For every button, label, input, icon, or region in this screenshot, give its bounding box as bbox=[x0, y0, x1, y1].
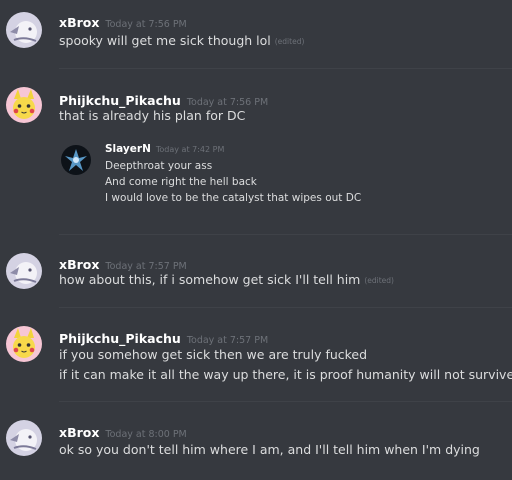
edited-label: (edited) bbox=[274, 37, 305, 46]
pikachu-avatar[interactable] bbox=[6, 326, 42, 362]
message-timestamp: Today at 7:56 PM bbox=[186, 97, 269, 108]
quoted-text-line: I would love to be the catalyst that wip… bbox=[105, 192, 362, 204]
message-text: if it can make it all the way up there, … bbox=[59, 367, 512, 382]
message-text: that is already his plan for DC bbox=[59, 108, 246, 123]
message-timestamp: Today at 7:56 PM bbox=[105, 19, 187, 30]
message-timestamp: Today at 7:57 PM bbox=[186, 335, 269, 346]
quoted-text-line: Deepthroat your ass bbox=[105, 160, 213, 172]
author-name[interactable]: Phijkchu_Pikachu bbox=[59, 93, 181, 108]
message-divider bbox=[59, 307, 512, 308]
xbrox-avatar[interactable] bbox=[6, 420, 42, 456]
author-name[interactable]: xBrox bbox=[59, 257, 99, 272]
message-divider bbox=[59, 68, 512, 69]
message-timestamp: Today at 7:57 PM bbox=[105, 261, 187, 272]
quoted-author-name[interactable]: SlayerN bbox=[105, 143, 151, 155]
message-text: ok so you don't tell him where I am, and… bbox=[59, 442, 480, 457]
message-text: if you somehow get sick then we are trul… bbox=[59, 347, 368, 362]
chat-log: xBrox Today at 7:56 PM spooky will get me… bbox=[0, 0, 512, 480]
message-divider bbox=[59, 234, 512, 235]
quoted-timestamp: Today at 7:42 PM bbox=[155, 145, 225, 154]
edited-label: (edited) bbox=[364, 276, 394, 285]
quoted-text-line: And come right the hell back bbox=[105, 176, 257, 188]
message-timestamp: Today at 8:00 PM bbox=[105, 429, 187, 440]
author-name[interactable]: xBrox bbox=[59, 15, 99, 30]
xbrox-avatar[interactable] bbox=[6, 253, 42, 289]
quoted-message: SlayerN Today at 7:42 PM Deepthroat your … bbox=[59, 143, 499, 213]
message-text: spooky will get me sick though lol (edite… bbox=[59, 33, 305, 48]
message-text: how about this, if i somehow get sick I'… bbox=[59, 272, 394, 287]
message-divider bbox=[59, 401, 512, 402]
author-name[interactable]: Phijkchu_Pikachu bbox=[59, 331, 181, 346]
slayern-avatar[interactable] bbox=[61, 145, 91, 175]
author-name[interactable]: xBrox bbox=[59, 425, 99, 440]
xbrox-avatar[interactable] bbox=[6, 12, 42, 48]
pikachu-avatar[interactable] bbox=[6, 87, 42, 123]
